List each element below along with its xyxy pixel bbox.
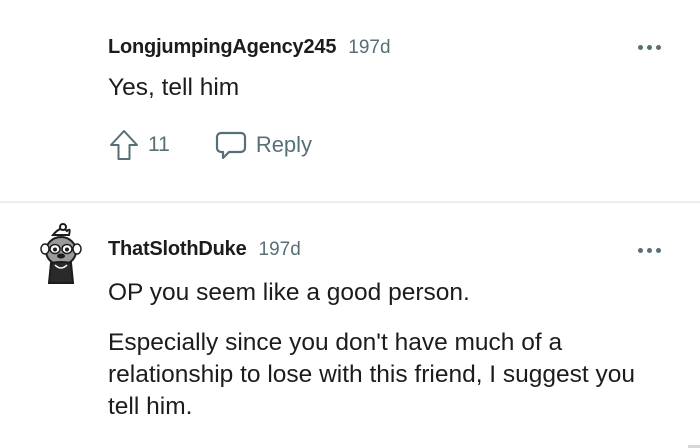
- upvote-arrow-icon[interactable]: [108, 128, 140, 162]
- more-options-icon[interactable]: [636, 245, 662, 255]
- comment-meta: LongjumpingAgency245 197d: [108, 36, 391, 59]
- comment-meta: ThatSlothDuke 197d: [108, 238, 301, 261]
- reply-button[interactable]: Reply: [214, 130, 312, 160]
- comment-text: Especially since you don't have much of …: [108, 329, 636, 420]
- username[interactable]: ThatSlothDuke: [108, 238, 247, 261]
- comment-text: OP you seem like a good person.: [108, 279, 470, 306]
- reply-label: Reply: [255, 132, 313, 157]
- comment-body: OP you seem like a good person.: [108, 277, 660, 309]
- comment-age: 197d: [258, 239, 301, 260]
- upvote-button[interactable]: 11: [108, 128, 170, 162]
- avatar[interactable]: [33, 221, 89, 285]
- comment-text: Yes, tell him: [108, 74, 240, 101]
- comment-age: 197d: [348, 37, 391, 58]
- username[interactable]: LongjumpingAgency245: [108, 36, 336, 59]
- vote-score: 11: [148, 133, 170, 156]
- comment-actions: 11 Reply: [108, 128, 312, 162]
- comment-body: Especially since you don't have much of …: [108, 327, 660, 423]
- comment-body: Yes, tell him: [108, 72, 660, 104]
- comment-bubble-icon: [215, 131, 246, 160]
- comment: LongjumpingAgency245 197d Yes, tell him …: [0, 0, 700, 200]
- more-options-icon[interactable]: [636, 42, 662, 52]
- comment: ThatSlothDuke 197d OP you seem like a go…: [0, 203, 700, 448]
